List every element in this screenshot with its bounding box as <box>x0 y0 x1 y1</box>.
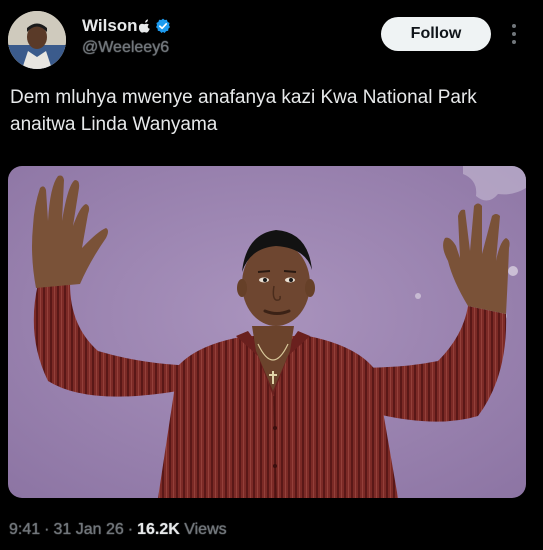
display-name-row: Wilson <box>82 15 171 37</box>
tweet-time[interactable]: 9:41 <box>9 521 40 538</box>
photo-man-hands-raised <box>8 166 526 498</box>
tweet-meta: 9:41 · 31 Jan 26 · 16.2K Views <box>9 521 227 539</box>
more-dot <box>512 32 516 36</box>
more-vertical-icon[interactable] <box>506 22 522 46</box>
avatar-photo <box>8 11 66 69</box>
author-display-name[interactable]: Wilson <box>82 16 138 36</box>
author-handle[interactable]: @Weeleey6 <box>82 39 171 57</box>
tweet-card: Wilson @Weeleey6 Follow Dem mluhya mweny… <box>0 0 543 550</box>
more-dot <box>512 24 516 28</box>
tweet-date[interactable]: 31 Jan 26 <box>53 521 123 538</box>
tweet-media-photo[interactable] <box>8 166 526 498</box>
apple-icon <box>138 19 150 33</box>
verified-icon <box>155 18 170 33</box>
more-dot <box>512 40 516 44</box>
meta-separator: · <box>44 521 50 538</box>
author-avatar[interactable] <box>8 11 66 69</box>
tweet-text: Dem mluhya mwenye anafanya kazi Kwa Nati… <box>10 87 477 135</box>
views-count[interactable]: 16.2K <box>137 521 180 538</box>
meta-separator: · <box>127 521 134 538</box>
views-label: Views <box>184 521 227 538</box>
follow-button[interactable]: Follow <box>381 17 491 51</box>
author-names: Wilson @Weeleey6 <box>82 15 171 57</box>
